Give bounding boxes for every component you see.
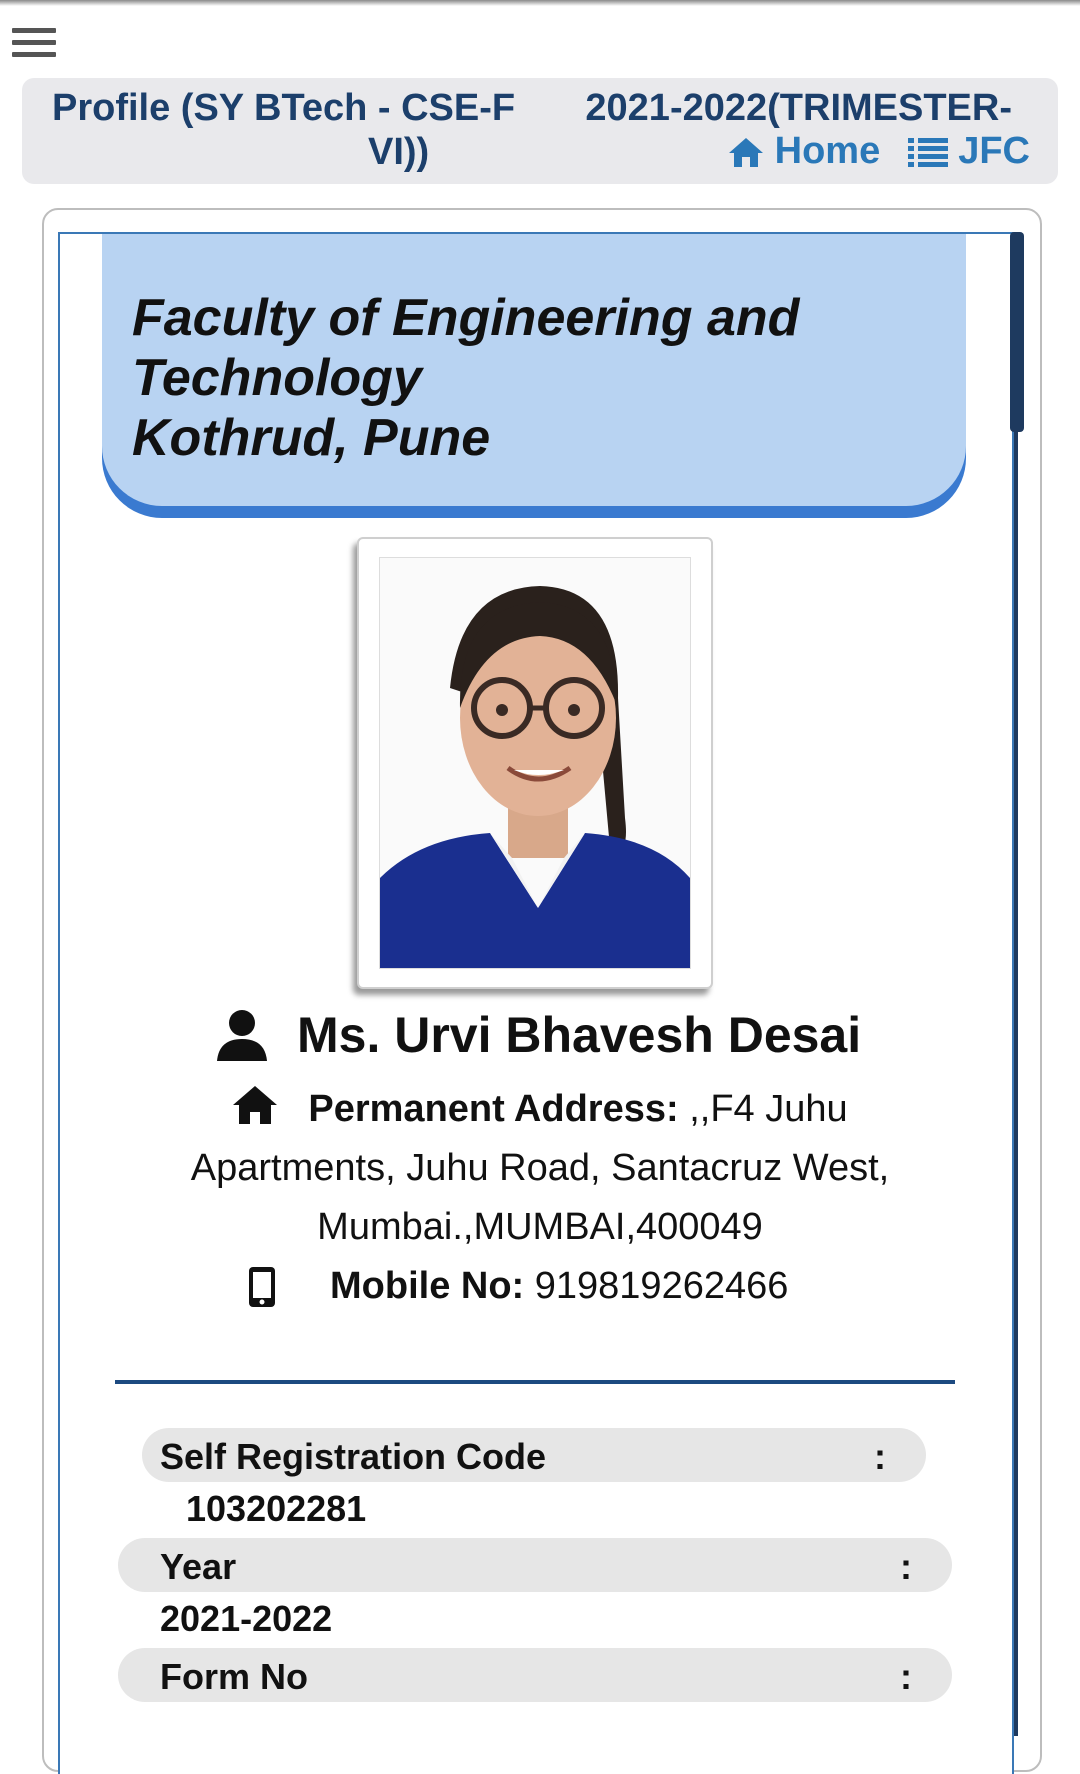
detail-label: Year [160,1546,237,1587]
detail-row-form-no: Form No : [118,1648,952,1702]
section-divider [115,1380,955,1384]
detail-row-year: Year : [118,1538,952,1592]
header-nav: Home JFC [727,130,1030,173]
detail-label: Self Registration Code [160,1436,547,1477]
house-icon [233,1086,278,1124]
institution-banner: Faculty of Engineering and Technology Ko… [102,234,966,506]
jfc-link-label: JFC [958,130,1030,172]
page-header: Profile (SY BTech - CSE-F 2021-2022(TRIM… [22,78,1058,184]
profile-photo [379,557,691,969]
page-title-right: 2021-2022(TRIMESTER- [585,87,1012,129]
profile-name-row: Ms. Urvi Bhavesh Desai [215,1000,861,1070]
jfc-link[interactable]: JFC [908,130,1030,173]
mobile-label: Mobile No: [330,1265,525,1307]
scrollbar-track[interactable] [1014,432,1018,1736]
year-value: 2021-2022 [160,1598,333,1639]
scrollbar-thumb[interactable] [1010,232,1024,432]
institution-line-2: Technology [132,349,422,407]
top-edge-shadow [0,0,1080,6]
detail-colon: : [900,1656,912,1697]
profile-photo-frame [357,537,713,989]
list-icon [908,137,949,167]
institution-line-3: Kothrud, Pune [132,409,491,467]
home-link[interactable]: Home [727,130,881,173]
mobile-row: Mobile No: 919819262466 [248,1265,788,1308]
hamburger-menu-icon[interactable] [12,28,56,64]
registration-code-value: 103202281 [186,1488,367,1529]
mobile-value: 919819262466 [524,1265,789,1307]
detail-colon: : [900,1546,912,1587]
institution-line-1: Faculty of Engineering and [132,289,800,347]
user-icon [217,1010,267,1061]
detail-row-registration-code: Self Registration Code : [142,1428,926,1482]
home-icon [728,137,763,167]
detail-label: Form No [160,1656,308,1697]
page-title-left: Profile (SY BTech - CSE-F [52,87,516,129]
address-label: Permanent Address: [308,1088,679,1130]
mobile-phone-icon [249,1266,275,1307]
home-link-label: Home [774,130,881,172]
student-name: Ms. Urvi Bhavesh Desai [297,1007,862,1063]
detail-colon: : [874,1436,886,1477]
permanent-address: Permanent Address: ,,F4 Juhu Apartments,… [140,1080,940,1257]
institution-name: Faculty of Engineering and Technology Ko… [132,288,799,468]
